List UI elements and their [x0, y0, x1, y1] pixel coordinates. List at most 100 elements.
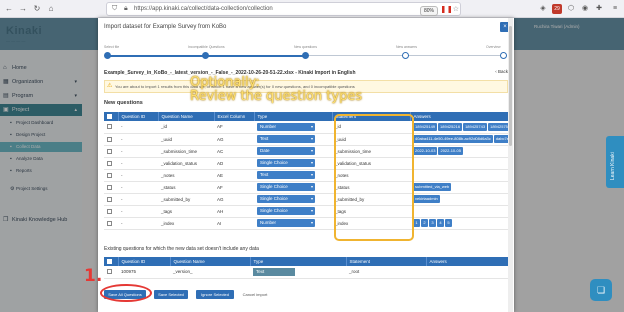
column-header[interactable]: Question ID: [118, 257, 171, 266]
existing-questions-title: Existing questions for which the new dat…: [104, 246, 259, 252]
answer-chip: 5: [445, 219, 452, 227]
type-select[interactable]: Number ▾: [257, 122, 315, 131]
question-name: _status: [158, 181, 214, 194]
step-label-incompatible: Incompatible Questions: [188, 45, 225, 49]
question-id: -: [118, 217, 158, 230]
reload-icon[interactable]: ↻: [32, 4, 42, 14]
column-header[interactable]: Statement: [346, 257, 427, 266]
table-row: 100975 _version_ Text _root: [104, 266, 508, 279]
type-select-value: Text: [260, 136, 269, 141]
back-arrow-icon[interactable]: ←: [4, 4, 14, 14]
row-checkbox[interactable]: [104, 217, 118, 230]
row-checkbox[interactable]: [104, 157, 118, 170]
type-select[interactable]: Single Choice ▾: [257, 207, 315, 215]
type-select[interactable]: Single Choice ▾: [257, 195, 315, 203]
column-header[interactable]: Type: [250, 257, 347, 266]
answer-chip: 189425216: [438, 122, 463, 131]
question-name: _id: [158, 121, 214, 134]
column-header[interactable]: Question Name: [158, 112, 215, 121]
question-id: -: [118, 181, 158, 194]
extension-badge[interactable]: 29: [552, 4, 562, 14]
table-header-row: Question ID Question Name Excel Column T…: [104, 112, 509, 121]
back-button[interactable]: ‹ Back: [495, 69, 508, 74]
table-header-row: Question ID Question Name Type Statement…: [104, 257, 509, 266]
menu-icon[interactable]: ≡: [610, 4, 620, 14]
excel-column: AC: [214, 145, 254, 158]
column-header[interactable]: Type: [254, 112, 333, 121]
question-name: _submitted_by: [158, 193, 214, 206]
select-all-checkbox[interactable]: [104, 112, 119, 121]
home-icon[interactable]: ⌂: [46, 4, 56, 14]
table-row: - _status AF Single Choice ▾ _status submitted…: [104, 181, 508, 194]
learn-kinaki-tab[interactable]: Learn Kinaki: [606, 136, 624, 188]
pocket-icon[interactable]: ◈: [538, 4, 548, 14]
row-checkbox[interactable]: [104, 133, 118, 146]
browser-toolbar: ← → ↻ ⌂ ⛉ 🔒︎ https://app.kinaki.ca/colle…: [0, 0, 624, 18]
type-select[interactable]: Number ▾: [257, 219, 315, 227]
row-checkbox[interactable]: [104, 181, 118, 194]
select-all-checkbox[interactable]: [104, 257, 119, 266]
step-dot-select-file[interactable]: [104, 52, 111, 59]
answer-chip: 18942575: [488, 122, 508, 131]
question-id: -: [118, 157, 158, 170]
answer-chip: 40aba411-4e50-49ee-808b-ac92d08d6a3c: [413, 135, 493, 143]
type-cell: Single Choice ▾: [254, 157, 332, 170]
type-select-value: Date: [260, 148, 270, 153]
bookmark-star-icon[interactable]: ☆: [453, 5, 459, 13]
type-select-value: Single Choice: [260, 196, 288, 201]
puzzle-icon[interactable]: ✚: [594, 4, 604, 14]
step-label-new-answers: New answers: [396, 45, 418, 49]
type-cell: Single Choice ▾: [254, 205, 332, 218]
row-checkbox[interactable]: [104, 169, 118, 182]
forward-arrow-icon[interactable]: →: [18, 4, 28, 14]
answer-chip: dabc7ee: [493, 135, 508, 143]
address-bar[interactable]: ⛉ 🔒︎ https://app.kinaki.ca/collect/data-…: [106, 2, 461, 16]
step-dot-new-questions[interactable]: [302, 52, 309, 59]
column-header[interactable]: Question Name: [170, 257, 251, 266]
callout-line-2: Review the question types: [190, 89, 363, 104]
type-select[interactable]: Date ▾: [257, 147, 315, 155]
zoom-level[interactable]: 80%: [419, 6, 438, 16]
type-column-highlight: [334, 114, 414, 241]
extension-icon[interactable]: ⬡: [566, 4, 576, 14]
shield-icon: ⛉: [112, 5, 118, 12]
answers: [410, 157, 508, 170]
column-header[interactable]: Excel Column: [214, 112, 255, 121]
chevron-down-icon: ▾: [310, 184, 313, 189]
type-cell: Number ▾: [254, 217, 332, 230]
step-dot-new-answers[interactable]: [402, 52, 409, 59]
step-dot-incompatible[interactable]: [202, 52, 209, 59]
table-row: - _validation_status AD Single Choice ▾ _vali…: [104, 157, 508, 170]
save-selected-button[interactable]: Save Selected: [154, 290, 188, 299]
warning-icon: ⚠: [107, 83, 113, 89]
answer-chip: submitted_via_web: [413, 183, 452, 191]
column-header[interactable]: Answers: [426, 257, 509, 266]
cancel-import-link[interactable]: Cancel import: [238, 290, 272, 299]
type-select[interactable]: Text ▾: [257, 171, 315, 179]
chat-bubble-icon[interactable]: ❏: [590, 279, 612, 301]
type-select[interactable]: Single Choice ▾: [257, 159, 315, 167]
modal-scroll-thumb[interactable]: [509, 26, 512, 146]
type-select-value: Single Choice: [260, 160, 288, 165]
row-checkbox[interactable]: [104, 193, 118, 206]
row-checkbox[interactable]: [104, 205, 118, 218]
account-icon[interactable]: ◉: [580, 4, 590, 14]
column-header[interactable]: Answers: [410, 112, 509, 121]
row-checkbox[interactable]: [104, 266, 118, 279]
answer-chip: 3: [429, 219, 436, 227]
learn-kinaki-label: Learn Kinaki: [610, 152, 616, 180]
chevron-down-icon: ▾: [310, 160, 313, 165]
chevron-down-icon: ▾: [310, 172, 313, 177]
type-select[interactable]: Single Choice ▾: [257, 183, 315, 191]
type-select-value: Number: [260, 220, 277, 225]
table-row: - _id AF Number ▾ _id 189425149 189425216 189425…: [104, 121, 508, 134]
type-select[interactable]: Text ▾: [257, 135, 315, 143]
chevron-down-icon: ▾: [310, 148, 313, 153]
row-checkbox[interactable]: [104, 121, 118, 134]
answer-chip: 4: [437, 219, 444, 227]
ignore-selected-button[interactable]: Ignore Selected: [196, 290, 234, 299]
canada-flag-icon: [442, 6, 451, 13]
step-dot-overview[interactable]: [500, 52, 507, 59]
row-checkbox[interactable]: [104, 145, 118, 158]
column-header[interactable]: Question ID: [118, 112, 159, 121]
